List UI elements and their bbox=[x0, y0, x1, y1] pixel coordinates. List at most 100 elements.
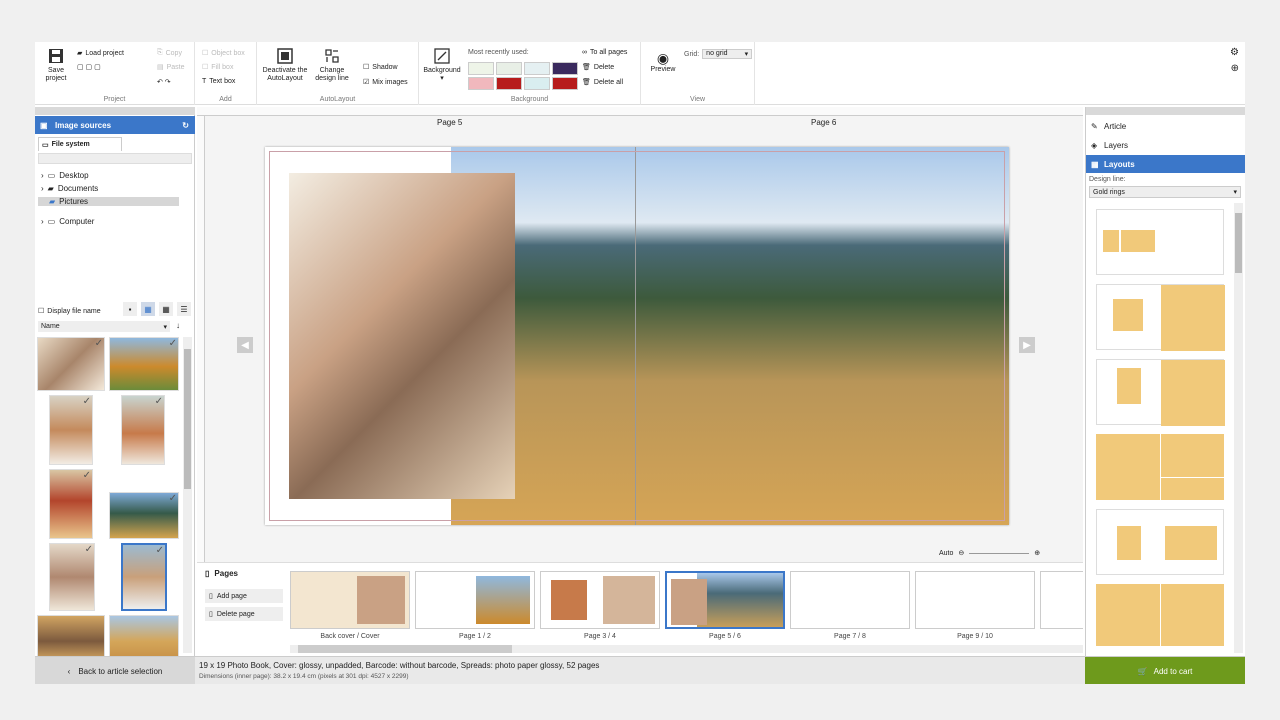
list-view-icon[interactable]: ☰ bbox=[177, 302, 191, 316]
delete-all-button[interactable]: 🗑 Delete all bbox=[582, 78, 623, 87]
tree-item-documents[interactable]: › ▰ Documents bbox=[41, 184, 98, 193]
background-icon bbox=[434, 48, 450, 64]
layout-option[interactable] bbox=[1096, 509, 1224, 575]
prev-page-arrow[interactable]: ◀ bbox=[237, 337, 253, 353]
fill-box-button[interactable]: ☐ Fill box bbox=[202, 63, 233, 72]
check-icon: ✓ bbox=[82, 470, 91, 481]
spread-canvas[interactable] bbox=[265, 147, 1009, 525]
swatch[interactable] bbox=[496, 77, 522, 90]
layout-option[interactable] bbox=[1096, 434, 1224, 500]
layouts-scrollbar[interactable] bbox=[1234, 203, 1243, 653]
layout-option[interactable] bbox=[1096, 584, 1224, 646]
editor-area: Page 5 Page 6 ◀ ▶ Auto ⊖ ⊕ bbox=[197, 107, 1083, 562]
zoom-out-icon[interactable]: ⊖ bbox=[958, 549, 964, 557]
image-thumbnail-selected[interactable]: ✓ bbox=[121, 543, 167, 611]
page-thumb-next[interactable] bbox=[1040, 571, 1083, 629]
large-grid-icon[interactable]: ▪ bbox=[123, 302, 137, 316]
tree-item-desktop[interactable]: › ▭ Desktop bbox=[41, 171, 89, 180]
group-label: Project bbox=[103, 96, 126, 103]
swatch[interactable] bbox=[468, 77, 494, 90]
change-design-line-button[interactable]: Change design line bbox=[314, 48, 350, 83]
preview-button[interactable]: ◉ Preview bbox=[646, 50, 680, 74]
swatch[interactable] bbox=[552, 62, 578, 75]
text-box-button[interactable]: T Text box bbox=[202, 78, 235, 85]
sort-direction-icon[interactable]: ↓ bbox=[176, 321, 180, 330]
swatch[interactable] bbox=[552, 77, 578, 90]
path-bar[interactable] bbox=[38, 153, 192, 164]
check-icon: ✓ bbox=[168, 338, 177, 349]
cart-icon: 🛒 bbox=[1137, 666, 1148, 676]
page-thumb-3-4[interactable] bbox=[540, 571, 660, 629]
zoom-slider[interactable] bbox=[969, 552, 1030, 554]
image-thumbnail[interactable] bbox=[109, 615, 179, 659]
globe-icon[interactable]: ⊕ bbox=[1231, 63, 1239, 74]
tab-article[interactable]: ✎ Article bbox=[1086, 117, 1245, 135]
next-page-arrow[interactable]: ▶ bbox=[1019, 337, 1035, 353]
tree-item-pictures[interactable]: ▰ Pictures bbox=[38, 197, 179, 206]
refresh-icon[interactable]: ↻ bbox=[182, 121, 189, 130]
tab-layers[interactable]: ◈ Layers bbox=[1086, 136, 1245, 154]
tab-file-system[interactable]: ▭ File system bbox=[38, 137, 122, 151]
paste-button[interactable]: ▤ Paste bbox=[157, 63, 185, 72]
page-thumb-label: Page 3 / 4 bbox=[584, 633, 616, 640]
swatch[interactable] bbox=[524, 62, 550, 75]
delete-button[interactable]: 🗑 Delete bbox=[582, 63, 614, 72]
dimensions-info: Dimensions (inner page): 38.2 x 19.4 cm … bbox=[199, 673, 409, 680]
image-thumbnail[interactable]: ✓ bbox=[49, 543, 95, 611]
image-thumbnail[interactable]: ✓ bbox=[109, 492, 179, 539]
mix-images-checkbox[interactable]: ☑ Mix images bbox=[363, 78, 408, 87]
image-thumbnail[interactable] bbox=[37, 615, 105, 659]
pages-title: ▯ Pages bbox=[205, 569, 238, 578]
image-thumbnail[interactable]: ✓ bbox=[49, 469, 93, 539]
image-thumbnail[interactable]: ✓ bbox=[109, 337, 179, 391]
layout-option[interactable] bbox=[1096, 209, 1224, 275]
zoom-select[interactable]: Auto bbox=[939, 550, 953, 557]
sort-select[interactable]: Name ▾ bbox=[38, 321, 170, 332]
page-thumb-cover[interactable] bbox=[290, 571, 410, 629]
image-sources-header[interactable]: ▣ Image sources ↻ bbox=[35, 116, 195, 134]
small-grid-icon[interactable]: ▦ bbox=[159, 302, 173, 316]
shadow-checkbox[interactable]: ☐ Shadow bbox=[363, 63, 398, 72]
grid-select[interactable]: no grid ▾ bbox=[702, 49, 753, 59]
swatch[interactable] bbox=[468, 62, 494, 75]
page-thumb-7-8[interactable] bbox=[790, 571, 910, 629]
copy-icon: ⎘ bbox=[157, 49, 163, 56]
tree-item-computer[interactable]: › ▭ Computer bbox=[41, 217, 94, 226]
design-line-select[interactable]: Gold rings ▾ bbox=[1089, 186, 1241, 198]
pages-scrollbar[interactable] bbox=[290, 645, 1083, 653]
layout-option[interactable] bbox=[1096, 359, 1225, 426]
display-file-name-checkbox[interactable]: ☐ Display file name bbox=[38, 307, 101, 316]
object-box-button[interactable]: ☐ Object box bbox=[202, 49, 245, 58]
image-thumbnail[interactable]: ✓ bbox=[37, 337, 105, 391]
add-to-cart-button[interactable]: 🛒 Add to cart bbox=[1085, 657, 1245, 684]
swatch[interactable] bbox=[524, 77, 550, 90]
page-thumb-5-6[interactable] bbox=[665, 571, 785, 629]
file-actions[interactable]: ▢ ▢ ▢ bbox=[77, 63, 101, 71]
layout-option[interactable] bbox=[1096, 284, 1225, 351]
delete-page-button[interactable]: ▯ Delete page bbox=[205, 607, 283, 621]
tab-layouts[interactable]: ▦ Layouts bbox=[1086, 155, 1245, 173]
medium-grid-icon[interactable]: ▦ bbox=[141, 302, 155, 316]
add-page-button[interactable]: ▯ Add page bbox=[205, 589, 283, 603]
check-icon: ✓ bbox=[84, 544, 93, 555]
trash-all-icon: 🗑 bbox=[582, 79, 591, 86]
save-project-button[interactable]: Save project bbox=[41, 48, 71, 83]
thumbnail-scrollbar[interactable] bbox=[183, 337, 192, 653]
background-button[interactable]: Background ▾ bbox=[422, 48, 462, 83]
zoom-in-icon[interactable]: ⊕ bbox=[1034, 549, 1040, 557]
page-thumb-9-10[interactable] bbox=[915, 571, 1035, 629]
image-thumbnail[interactable]: ✓ bbox=[49, 395, 93, 465]
check-icon: ✓ bbox=[154, 396, 163, 407]
swatch[interactable] bbox=[496, 62, 522, 75]
copy-button[interactable]: ⎘ Copy bbox=[157, 49, 182, 57]
delete-page-icon: ▯ bbox=[209, 611, 213, 618]
to-all-pages-button[interactable]: ∞ To all pages bbox=[582, 49, 627, 56]
image-thumbnail[interactable]: ✓ bbox=[121, 395, 165, 465]
background-group: Background ▾ Most recently used: ∞ To all… bbox=[419, 42, 641, 105]
load-project-button[interactable]: ▰ Load project bbox=[77, 49, 124, 58]
page-thumb-1-2[interactable] bbox=[415, 571, 535, 629]
gear-icon[interactable]: ⚙ bbox=[1230, 47, 1239, 58]
deactivate-autolayout-button[interactable]: Deactivate the AutoLayout bbox=[260, 48, 310, 83]
back-to-article-button[interactable]: ‹ Back to article selection bbox=[35, 657, 195, 684]
undo-redo[interactable]: ↶ ↷ bbox=[157, 78, 171, 86]
